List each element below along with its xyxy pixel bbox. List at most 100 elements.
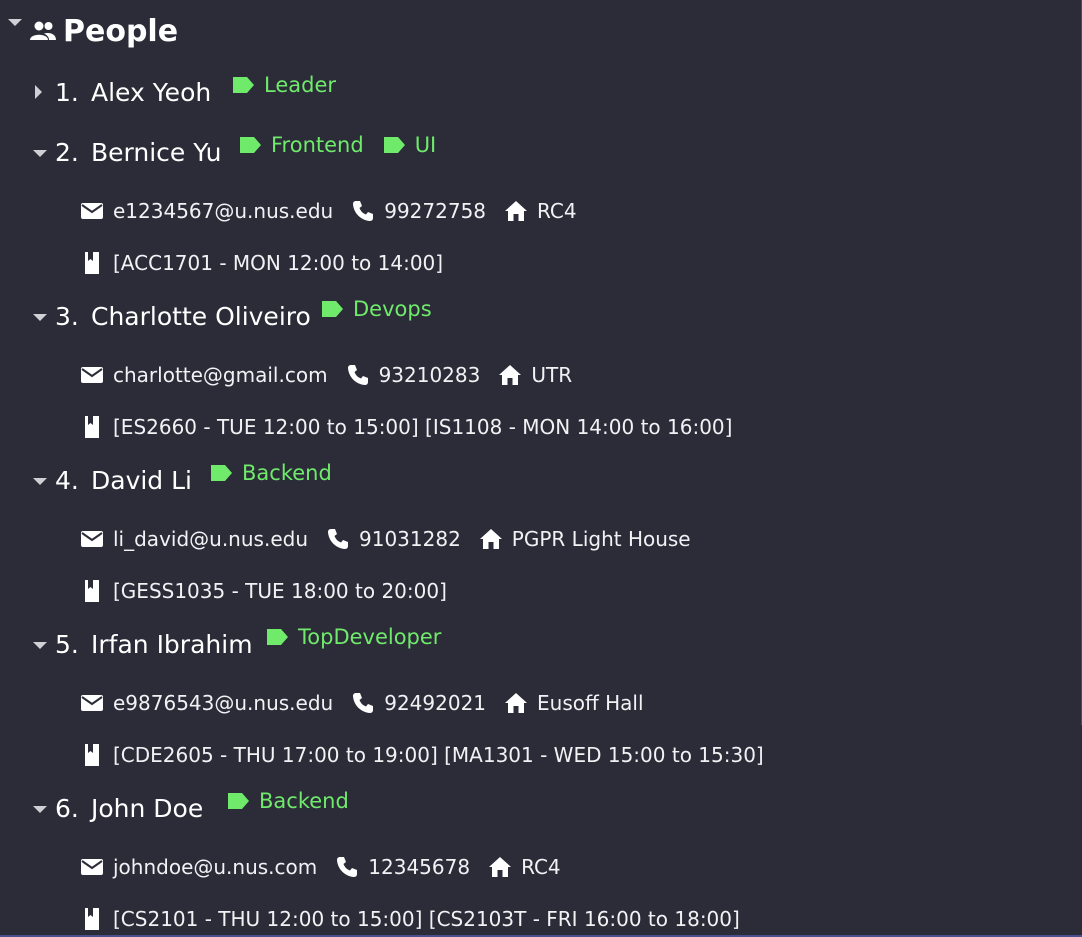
person-card[interactable]: 1. Alex Yeoh Leader [0, 62, 1082, 124]
people-icon [30, 21, 56, 40]
contact-row: johndoe@u.nus.com 12345678 RC4 [80, 855, 579, 879]
address-text: UTR [531, 363, 573, 387]
expand-toggle-icon[interactable] [35, 85, 42, 99]
person-index: 6. [55, 794, 79, 823]
email-text: johndoe@u.nus.com [113, 855, 318, 879]
collapse-toggle-icon[interactable] [33, 150, 47, 157]
tag-icon [322, 301, 343, 317]
classes-text: [ES2660 - TUE 12:00 to 15:00] [IS1108 - … [113, 415, 733, 439]
classes-row: [ACC1701 - MON 12:00 to 14:00] [80, 251, 461, 275]
phone-item: 91031282 [326, 527, 461, 551]
address-text: RC4 [537, 199, 577, 223]
address-item: PGPR Light House [479, 527, 691, 551]
tag-label: Devops [353, 297, 432, 321]
book-icon [85, 416, 99, 438]
collapse-toggle-icon[interactable] [33, 478, 47, 485]
person-index: 3. [55, 302, 79, 331]
home-icon [505, 201, 528, 221]
classes-item: [ACC1701 - MON 12:00 to 14:00] [80, 251, 443, 275]
phone-icon [347, 365, 368, 385]
person-name: Irfan Ibrahim [91, 630, 253, 659]
classes-text: [GESS1035 - TUE 18:00 to 20:00] [113, 579, 447, 603]
person-card[interactable]: 3. Charlotte Oliveiro Devops charlotte@g… [0, 286, 1082, 450]
person-index: 5. [55, 630, 79, 659]
email-text: e1234567@u.nus.edu [113, 199, 334, 223]
collapse-toggle-icon[interactable] [33, 806, 47, 813]
tag-label: Backend [242, 461, 332, 485]
classes-row: [CS2101 - THU 12:00 to 15:00] [CS2103T -… [80, 907, 758, 931]
phone-item: 93210283 [346, 363, 481, 387]
book-icon [85, 252, 99, 274]
email-item: li_david@u.nus.edu [80, 527, 308, 551]
tag-label: Frontend [271, 133, 364, 157]
person-name: John Doe [91, 794, 204, 823]
home-icon [499, 365, 522, 385]
phone-item: 99272758 [351, 199, 486, 223]
home-icon [479, 529, 502, 549]
phone-icon [353, 693, 374, 713]
person-card[interactable]: 6. John Doe Backend johndoe@u.nus.com 12… [0, 778, 1082, 937]
person-card[interactable]: 5. Irfan Ibrahim TopDeveloper e9876543@u… [0, 614, 1082, 778]
tag-icon [211, 465, 232, 481]
classes-row: [GESS1035 - TUE 18:00 to 20:00] [80, 579, 465, 603]
book-icon [85, 908, 99, 930]
book-icon [85, 580, 99, 602]
classes-item: [CDE2605 - THU 17:00 to 19:00] [MA1301 -… [80, 743, 764, 767]
tag-label: TopDeveloper [298, 625, 442, 649]
person-card[interactable]: 4. David Li Backend li_david@u.nus.edu 9… [0, 450, 1082, 614]
email-icon [81, 531, 103, 547]
classes-text: [CS2101 - THU 12:00 to 15:00] [CS2103T -… [113, 907, 740, 931]
tag-badge: Backend [209, 458, 332, 488]
phone-text: 92492021 [384, 691, 487, 715]
person-name: David Li [91, 466, 193, 495]
email-item: e1234567@u.nus.edu [80, 199, 333, 223]
tag-badge: Frontend [238, 130, 364, 160]
classes-item: [CS2101 - THU 12:00 to 15:00] [CS2103T -… [80, 907, 740, 931]
classes-text: [ACC1701 - MON 12:00 to 14:00] [113, 251, 444, 275]
email-text: charlotte@gmail.com [113, 363, 328, 387]
tag-badge: Backend [226, 786, 349, 816]
tag-badge: Devops [320, 294, 432, 324]
contact-row: li_david@u.nus.edu 91031282 PGPR Light H… [80, 527, 709, 551]
person-index: 1. [55, 78, 79, 107]
section-title: People [63, 14, 179, 49]
tag-icon [240, 137, 261, 153]
person-card[interactable]: 2. Bernice Yu Frontend UI e1234567@u.nus… [0, 122, 1082, 286]
person-index: 2. [55, 138, 79, 167]
tag-icon [267, 629, 288, 645]
person-name: Alex Yeoh [91, 78, 212, 107]
phone-icon [353, 201, 374, 221]
tag-icon [233, 77, 254, 93]
tag-badge: TopDeveloper [265, 622, 441, 652]
home-icon [489, 857, 512, 877]
person-name: Charlotte Oliveiro [91, 302, 311, 331]
email-icon [81, 859, 103, 875]
collapse-people-toggle-icon[interactable] [8, 19, 22, 26]
person-index: 4. [55, 466, 79, 495]
phone-icon [337, 857, 358, 877]
tag-label: Leader [264, 73, 337, 97]
tag-icon [228, 793, 249, 809]
email-item: charlotte@gmail.com [80, 363, 328, 387]
address-item: RC4 [504, 199, 577, 223]
people-section-header[interactable]: People [0, 0, 1082, 62]
collapse-toggle-icon[interactable] [33, 314, 47, 321]
phone-text: 91031282 [359, 527, 461, 551]
phone-item: 12345678 [335, 855, 470, 879]
classes-item: [GESS1035 - TUE 18:00 to 20:00] [80, 579, 447, 603]
classes-text: [CDE2605 - THU 17:00 to 19:00] [MA1301 -… [113, 743, 764, 767]
address-text: RC4 [521, 855, 561, 879]
collapse-toggle-icon[interactable] [33, 642, 47, 649]
address-text: Eusoff Hall [537, 691, 644, 715]
email-text: li_david@u.nus.edu [113, 527, 308, 551]
classes-item: [ES2660 - TUE 12:00 to 15:00] [IS1108 - … [80, 415, 732, 439]
address-item: Eusoff Hall [504, 691, 644, 715]
email-item: e9876543@u.nus.edu [80, 691, 333, 715]
email-text: e9876543@u.nus.edu [113, 691, 334, 715]
phone-item: 92492021 [351, 691, 486, 715]
phone-text: 93210283 [378, 363, 481, 387]
phone-text: 12345678 [368, 855, 471, 879]
phone-text: 99272758 [384, 199, 487, 223]
home-icon [505, 693, 528, 713]
tag-icon [383, 137, 405, 153]
